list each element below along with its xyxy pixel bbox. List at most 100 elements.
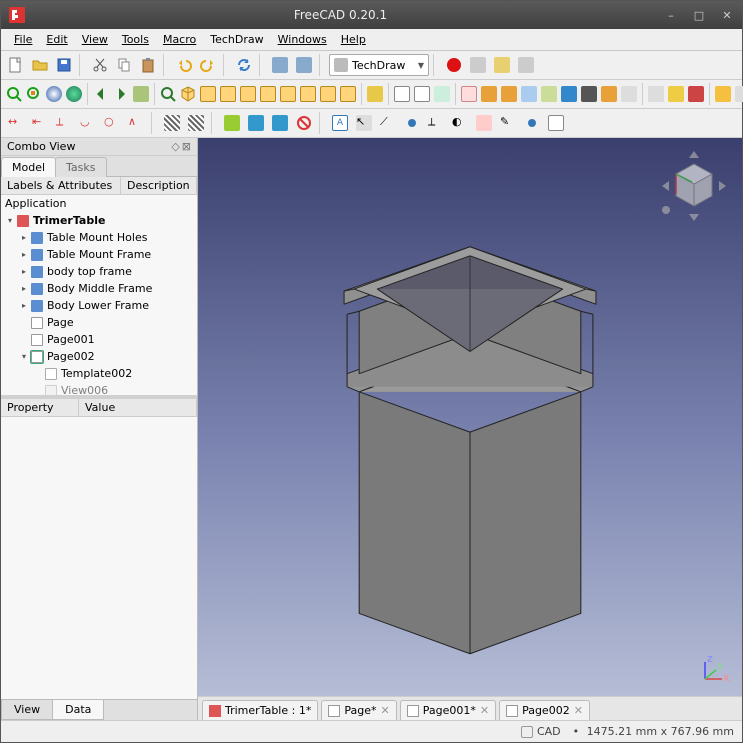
tree-child[interactable]: ▸Template002 [1,365,197,382]
rotate-left-button[interactable] [319,83,337,105]
tree-item[interactable]: ▸Page001 [1,331,197,348]
menu-help[interactable]: Help [334,31,373,48]
dim-tool-1-button[interactable]: ↔ [5,112,27,134]
col-labels[interactable]: Labels & Attributes [1,177,121,194]
tool-a3-button[interactable] [269,112,291,134]
dim-diameter-button[interactable]: ○ [101,112,123,134]
export-dxf-button[interactable] [734,83,743,105]
3d-viewport[interactable]: z x y [198,138,742,696]
redo-button[interactable] [197,54,219,76]
doc-tab[interactable]: Page* ✕ [321,700,396,720]
move-view-button[interactable] [600,83,618,105]
doc-tab[interactable]: Page001* ✕ [400,700,496,720]
quadrant-button[interactable]: ◐ [449,112,471,134]
dim-angle-button[interactable]: ∧ [125,112,147,134]
window-maximize-button[interactable]: □ [692,8,706,22]
undo-button[interactable] [173,54,195,76]
menu-file[interactable]: File [7,31,39,48]
tree-item-expanded[interactable]: ▾Page002 [1,348,197,365]
doc-tab[interactable]: Page002 ✕ [499,700,590,720]
detail-view-button[interactable] [540,83,558,105]
redraw-page-button[interactable] [433,83,451,105]
navigation-cube[interactable] [654,146,734,226]
top-button[interactable] [219,83,237,105]
copy-button[interactable] [113,54,135,76]
expand-toggle-icon[interactable]: ▸ [19,250,29,259]
macro-record-button[interactable] [443,54,465,76]
panel-close-button[interactable]: ⊠ [182,140,191,153]
link-nav-button[interactable] [132,83,150,105]
tab-view[interactable]: View [1,700,53,720]
expand-toggle-icon[interactable]: ▸ [19,233,29,242]
tab-data[interactable]: Data [52,700,104,720]
tab-close-button[interactable]: ✕ [574,704,583,717]
tab-close-button[interactable]: ✕ [480,704,489,717]
bounding-box-button[interactable] [65,83,83,105]
expand-toggle-icon[interactable]: ▸ [19,267,29,276]
window-close-button[interactable]: ✕ [720,8,734,22]
section-view-button[interactable] [520,83,538,105]
midpoint-button[interactable]: ⟂ [425,112,447,134]
menu-windows[interactable]: Windows [271,31,334,48]
expand-toggle-icon[interactable]: ▾ [5,216,15,225]
model-tree[interactable]: Application ▾TrimerTable ▸Table Mount Ho… [1,195,197,395]
expand-toggle-icon[interactable]: ▸ [19,301,29,310]
annotation-button[interactable]: A [329,112,351,134]
tree-item[interactable]: ▸Table Mount Frame [1,246,197,263]
face-centerline-button[interactable]: ⟋ [377,112,399,134]
left-button[interactable] [299,83,317,105]
active-view-button[interactable] [480,83,498,105]
bottom-button[interactable] [279,83,297,105]
col-property[interactable]: Property [1,399,79,416]
open-file-button[interactable] [29,54,51,76]
tab-tasks[interactable]: Tasks [55,157,106,177]
col-value[interactable]: Value [79,399,197,416]
tree-item[interactable]: ▸Body Lower Frame [1,297,197,314]
share-view-button[interactable] [620,83,638,105]
geom-hatch-button[interactable] [185,112,207,134]
new-file-button[interactable] [5,54,27,76]
link-button[interactable] [269,54,291,76]
surface-finish-button[interactable] [521,112,543,134]
macro-edit-button[interactable] [491,54,513,76]
doc-tab-active[interactable]: TrimerTable : 1* [202,700,318,720]
weld-symbol-button[interactable]: ✎ [497,112,519,134]
tree-item[interactable]: ▸Page [1,314,197,331]
nav-style-indicator[interactable]: CAD [521,725,561,738]
new-page-button[interactable] [393,83,411,105]
dim-tool-2-button[interactable]: ⇤ [29,112,51,134]
refresh-button[interactable] [233,54,255,76]
leader-line-button[interactable]: ↖ [353,112,375,134]
rotate-right-button[interactable] [339,83,357,105]
menu-edit[interactable]: Edit [39,31,74,48]
arch-view-button[interactable] [580,83,598,105]
menu-tools[interactable]: Tools [115,31,156,48]
zoom-button[interactable] [159,83,177,105]
macro-stop-button[interactable] [467,54,489,76]
tool-a1-button[interactable] [221,112,243,134]
tree-item[interactable]: ▸body top frame [1,263,197,280]
dim-tool-3-button[interactable]: ⟂ [53,112,75,134]
view-insert-button[interactable] [460,83,478,105]
expand-toggle-icon[interactable]: ▾ [19,352,29,361]
menu-techdraw[interactable]: TechDraw [203,31,270,48]
rear-button[interactable] [259,83,277,105]
nav-forward-button[interactable] [112,83,130,105]
col-description[interactable]: Description [121,177,197,194]
fit-selection-button[interactable] [25,83,43,105]
export-svg-button[interactable] [714,83,732,105]
link-sub-button[interactable] [293,54,315,76]
menu-macro[interactable]: Macro [156,31,203,48]
save-button[interactable] [53,54,75,76]
window-minimize-button[interactable]: – [664,8,678,22]
tree-child[interactable]: ▸View006 [1,382,197,395]
tree-item[interactable]: ▸Table Mount Holes [1,229,197,246]
right-button[interactable] [239,83,257,105]
dim-length-button[interactable] [647,83,665,105]
measure-button[interactable] [366,83,384,105]
new-page-template-button[interactable] [413,83,431,105]
tree-root[interactable]: Application [1,195,197,212]
fit-all-button[interactable] [5,83,23,105]
draw-style-button[interactable] [45,83,63,105]
menu-view[interactable]: View [75,31,115,48]
